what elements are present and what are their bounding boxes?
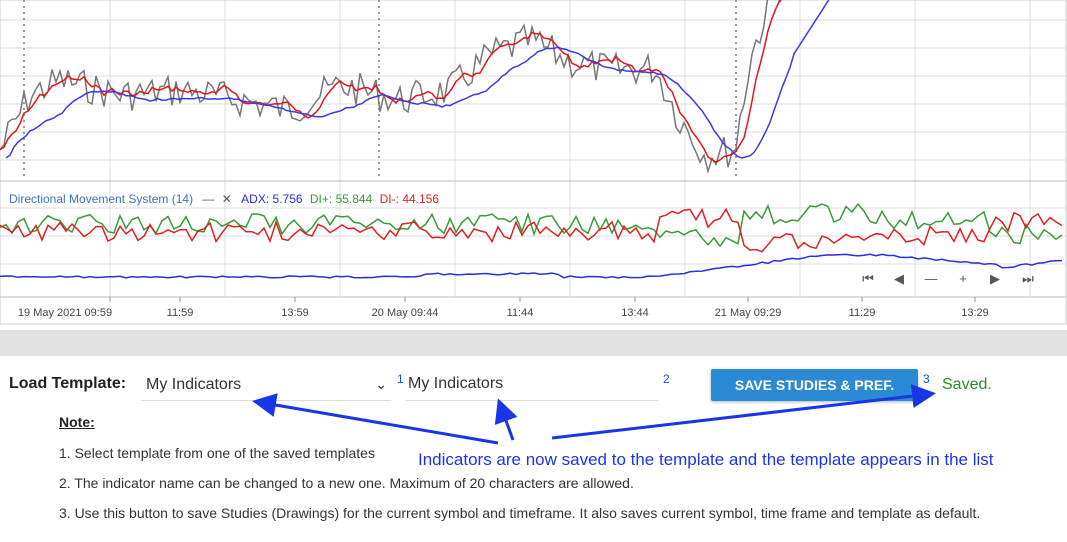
x-tick-label: 13:59 bbox=[281, 307, 309, 319]
x-tick-label: 11:44 bbox=[507, 307, 534, 319]
diminus-label: DI-: bbox=[379, 192, 399, 206]
di-minus-line bbox=[0, 207, 1063, 253]
slow-ma-line bbox=[5, 0, 830, 159]
x-axis-ticks: 19 May 2021 09:59 11:59 13:59 20 May 09:44 1… bbox=[18, 297, 989, 319]
indicator-close-icon[interactable]: ✕ bbox=[222, 192, 232, 206]
saved-status: Saved. bbox=[942, 376, 992, 393]
step-marker-1: 1 bbox=[397, 372, 404, 386]
annotation-text: Indicators are now saved to the template… bbox=[418, 450, 994, 469]
last-icon[interactable]: ⏭ bbox=[1022, 271, 1034, 286]
zoom-out-icon[interactable]: — bbox=[925, 271, 938, 286]
diminus-value: 44.156 bbox=[402, 192, 440, 206]
diplus-value: 55.844 bbox=[335, 192, 373, 206]
x-tick-label: 13:44 bbox=[621, 307, 649, 319]
first-icon[interactable]: ⏮ bbox=[862, 271, 874, 286]
chevron-down-icon[interactable]: ⌄ bbox=[375, 376, 387, 393]
save-studies-button[interactable]: SAVE STUDIES & PREF. bbox=[711, 369, 918, 401]
chart-footer-bar bbox=[0, 330, 1067, 356]
price-line bbox=[0, 0, 782, 174]
chart-navigation[interactable]: ⏮ ◀ — + ▶ ⏭ bbox=[862, 271, 1034, 286]
template-select-value: My Indicators bbox=[146, 376, 242, 393]
prev-icon[interactable]: ◀ bbox=[894, 271, 904, 286]
arrow-to-template-select bbox=[252, 393, 499, 445]
chart-frame bbox=[0, 0, 1067, 325]
indicator-collapse-icon[interactable]: — bbox=[202, 192, 214, 206]
chart-area[interactable]: 19 May 2021 09:59 11:59 13:59 20 May 09:44 1… bbox=[0, 0, 1067, 330]
note-item-2: 2. The indicator name can be changed to … bbox=[59, 475, 634, 491]
x-tick-label: 20 May 09:44 bbox=[372, 307, 439, 319]
arrow-to-name-input bbox=[494, 398, 518, 441]
di-plus-line bbox=[0, 202, 1063, 248]
indicator-name[interactable]: Directional Movement System (14) bbox=[9, 192, 193, 206]
indicator-header: Directional Movement System (14) — ✕ ADX… bbox=[9, 192, 439, 206]
load-template-label: Load Template: bbox=[9, 375, 127, 392]
indicator-name-input[interactable] bbox=[408, 375, 648, 393]
x-tick-label: 21 May 09:29 bbox=[715, 307, 782, 319]
template-select[interactable]: My Indicators ⌄ bbox=[141, 370, 391, 401]
step-marker-2: 2 bbox=[663, 372, 670, 386]
zoom-in-icon[interactable]: + bbox=[959, 271, 967, 286]
note-title: Note: bbox=[59, 414, 95, 430]
note-item-1: 1. Select template from one of the saved… bbox=[59, 445, 375, 461]
fast-ma-line bbox=[0, 0, 782, 164]
note-item-3: 3. Use this button to save Studies (Draw… bbox=[59, 505, 981, 521]
diplus-label: DI+: bbox=[309, 192, 333, 206]
step-marker-3: 3 bbox=[923, 372, 930, 386]
indicator-name-field[interactable] bbox=[406, 370, 658, 401]
x-tick-label: 13:29 bbox=[961, 307, 989, 319]
x-tick-label: 19 May 2021 09:59 bbox=[18, 307, 112, 319]
adx-value: 5.756 bbox=[272, 192, 303, 206]
chart-grid bbox=[0, 0, 1066, 297]
x-tick-label: 11:59 bbox=[167, 307, 194, 319]
adx-label: ADX: bbox=[241, 192, 270, 206]
x-tick-label: 11:29 bbox=[849, 307, 876, 319]
day-separators bbox=[23, 0, 737, 180]
next-icon[interactable]: ▶ bbox=[990, 271, 1000, 286]
